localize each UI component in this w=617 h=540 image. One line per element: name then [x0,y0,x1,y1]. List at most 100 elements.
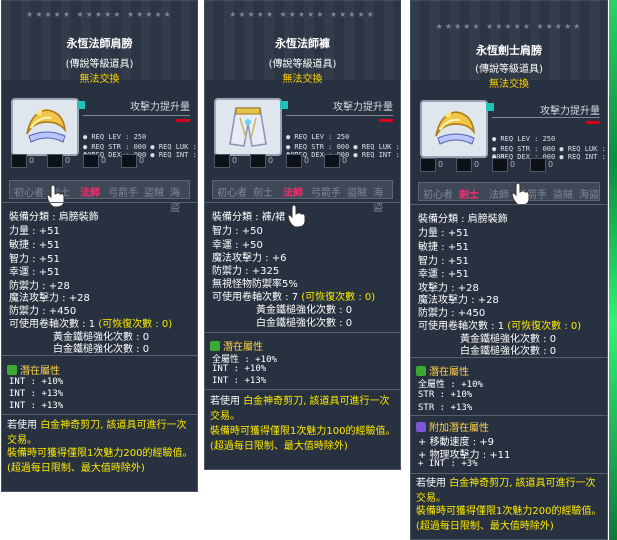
divider [410,357,608,358]
item-tooltip-1: ★★★★★ ★★★★★ ★★★★★ 永恆法師肩膀 (傳說等級道具) 無法交換 攻… [1,0,198,492]
socket-value: 0 [510,160,516,169]
scissors-note: 若使用 白金神奇剪刀, 該道具可進行一次交易。 [416,476,604,506]
job-thief: 盜賊 [553,190,573,201]
divider [410,473,608,474]
stat-line: 裝備分類 : 肩膀裝飾 [9,212,99,223]
job-row: 初心者 劍士 法師 弓箭手 盜賊 海盜 [212,180,393,214]
stat-line: 敏捷 : +51 [9,240,60,251]
hand-cursor-icon [46,184,65,208]
job-magician: 法師 [489,190,509,201]
job-archer: 弓箭手 [311,188,341,199]
item-title: 永恆法師褲 [275,37,330,50]
socket-row: 0 0 0 0 [214,154,393,170]
charm-note: 裝備時可獲得僅限1次魅力200的經驗值。(超過每日限制、最大值時除外) [7,448,193,474]
atk-red-indicator [176,119,190,122]
req-level: ● REQ LEV : 250 [286,133,350,141]
attack-increase-label: 攻擊力提升量 [130,102,190,113]
divider [1,355,198,356]
job-pirate: 海盜 [373,188,383,214]
potential-line: INT : +10% [212,364,267,374]
atk-bar [83,115,190,116]
job-magician: 法師 [283,188,303,199]
socket-icon [47,154,63,168]
job-thief: 盜賊 [347,188,367,199]
socket-value: 0 [304,156,310,165]
socket-icon [250,154,266,168]
atk-bar [492,117,600,118]
untradeable-label: 無法交換 [489,79,529,90]
potential-line: INT : +13% [9,401,64,411]
job-warrior: 劍士 [459,190,479,201]
potential-line: INT : +10% [9,377,64,387]
item-icon-frame [420,100,488,158]
additional-potential-line: + INT : +3% [418,459,478,469]
scissors-note: 若使用 白金神奇剪刀, 該道具可進行一次交易。 [7,418,194,448]
atk-bar [286,115,393,116]
stat-line: 力量 : +51 [418,228,469,239]
socket-icon [11,154,27,168]
atk-red-indicator [379,119,393,122]
divider [1,202,198,203]
platinum-hammer-count: 白金鐵槌強化次數 : 0 [460,346,557,357]
socket-row: 0 0 0 0 [420,158,600,174]
divider [410,204,608,205]
socket-icon [286,154,302,168]
charm-note: 裝備時可獲得僅限1次魅力100的經驗值。(超過每日限制、最大值時除外) [210,426,396,452]
additional-potential-value: INT : +3% [428,459,478,469]
scissors-note: 若使用 白金神奇剪刀, 該道具可進行一次交易。 [210,394,397,424]
item-title: 永恆劍士肩膀 [476,44,542,57]
socket-value: 0 [438,160,444,169]
req-level: ● REQ LEV : 250 [492,135,556,143]
star-force-stars: ★★★★★ ★★★★★ ★★★★★ [435,22,583,31]
potential-icon [7,365,17,375]
note-item: 白金神奇剪刀 [449,478,510,489]
job-row: 初心者 劍士 法師 弓箭手 盜賊 海盜 [9,180,190,214]
socket-icon [456,158,472,172]
job-pirate: 海盜 [170,188,180,214]
potential-line: 全屬性 : +10% [418,380,483,390]
atk-red-indicator [586,121,600,124]
potential-label: 潛在屬性 [20,366,60,377]
pants-icon [229,107,267,147]
item-icon-frame [11,98,79,156]
job-archer: 弓箭手 [108,188,138,199]
potential-line: STR : +10% [418,390,473,400]
socket-icon [420,158,436,172]
potential-header: 潛在屬性 [416,363,469,378]
job-beginner: 初心者 [423,190,453,201]
job-beginner: 初心者 [217,188,247,199]
socket-value: 0 [342,156,348,165]
socket-value: 0 [101,156,107,165]
hand-cursor-icon [287,204,306,228]
potential-header: 潛在屬性 [210,338,263,353]
platinum-hammer-count: 白金鐵槌強化次數 : 0 [53,344,150,355]
socket-icon [530,158,546,172]
job-thief: 盜賊 [144,188,164,199]
untradeable-label: 無法交換 [79,74,120,85]
job-row: 初心者 劍士 法師 弓箭手 盜賊 海盜 [418,182,600,201]
item-tooltip-2: ★★★★★ ★★★★★ ★★★★★ 永恆法師褲 (傳說等級道具) 無法交換 攻擊… [204,0,401,470]
additional-potential-header: 附加潛在屬性 [416,419,489,434]
divider [1,414,198,415]
note-item: 白金神奇剪刀 [40,420,101,431]
attack-increase-label: 攻擊力提升量 [540,106,600,117]
attack-increase-label: 攻擊力提升量 [333,102,393,113]
item-grade: (傳說等級道具) [65,59,134,70]
socket-row: 0 0 0 0 [11,154,190,170]
divider [204,389,401,390]
socket-value: 0 [474,160,480,169]
socket-value: 0 [65,156,71,165]
item-title: 永恆法師肩膀 [66,37,133,50]
item-tooltip-3: ★★★★★ ★★★★★ ★★★★★ 永恆劍士肩膀 (傳說等級道具) 無法交換 攻… [410,0,608,540]
additional-potential-icon [416,422,426,432]
shoulder-icon [26,108,67,143]
item-icon-frame [214,98,282,156]
item-grade: (傳說等級道具) [475,64,543,75]
potential-line: INT : +13% [9,389,64,399]
divider [410,415,608,416]
stat-line: 幸運 : +51 [418,269,469,280]
hand-cursor-icon [511,182,530,206]
socket-icon [121,154,137,168]
stat-line: 裝備分類 : 肩膀裝飾 [418,214,508,225]
charm-note: 裝備時可獲得僅限1次魅力200的經驗值。(超過每日限制、最大值時除外) [416,506,602,532]
